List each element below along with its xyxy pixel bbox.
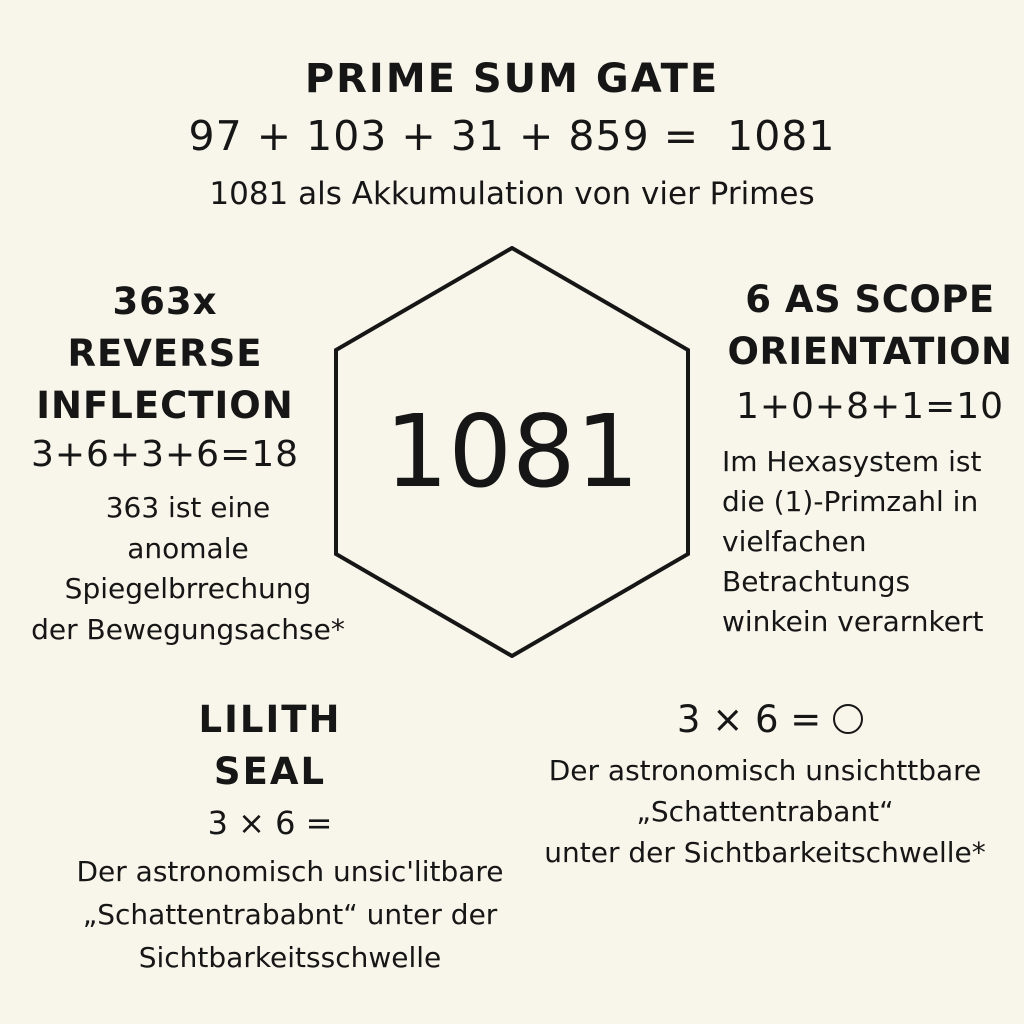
text-line: winkein verarnkert: [722, 605, 984, 638]
text-line: vielfachen: [722, 525, 867, 558]
lilith-seal-formula: 3 × 6 =: [207, 804, 333, 842]
text-line: die (1)-Primzahl in: [722, 485, 979, 518]
heading-line: SEAL: [213, 750, 327, 793]
shadow-moon-formula: 3 × 6 =: [600, 698, 940, 741]
center-number: 1081: [384, 393, 640, 510]
prime-sum-equation: 97 + 103 + 31 + 859 = 1081: [188, 112, 836, 160]
text-line: Im Hexasystem ist: [722, 445, 982, 478]
circle-icon: [833, 704, 864, 734]
lilith-seal-text: Der astronomisch unsic'litbare „Schatten…: [30, 850, 550, 979]
heading-line: 6 AS SCOPE: [745, 278, 995, 321]
text-line: Sichtbarkeitsschwelle: [138, 941, 442, 974]
subtitle: 1081 als Akkumulation von vier Primes: [209, 176, 815, 212]
scope-orientation-text: Im Hexasystem ist die (1)-Primzahl in vi…: [722, 442, 1022, 642]
heading-line: REVERSE: [67, 332, 263, 375]
text-line: unter der Sichtbarkeitschwelle*: [544, 836, 986, 869]
reverse-inflection-text: 363 ist eine anomale Spiegelbrrechung de…: [8, 488, 368, 650]
reverse-inflection-formula: 3+6+3+6=18: [30, 434, 300, 475]
lilith-seal-heading: LILITH SEAL: [120, 694, 420, 798]
text-line: „Schattentrabant“: [636, 795, 894, 828]
shadow-moon-text: Der astronomisch unsichttbare „Schattent…: [500, 750, 1024, 873]
heading-line: 363x: [112, 280, 218, 323]
reverse-inflection-heading: 363x REVERSE INFLECTION: [20, 276, 310, 432]
formula-text: 3 × 6 =: [676, 698, 822, 741]
scope-orientation-formula: 1+0+8+1=10: [735, 386, 1005, 427]
text-line: der Bewegungsachse*: [31, 612, 345, 646]
text-line: 363 ist eine: [105, 491, 271, 524]
text-line: Spiegelbrrechung: [64, 572, 312, 605]
heading-line: LILITH: [198, 698, 342, 741]
scope-orientation-heading: 6 AS SCOPE ORIENTATION: [710, 274, 1024, 378]
text-line: anomale: [127, 531, 249, 565]
page-title: PRIME SUM GATE: [304, 56, 720, 102]
text-line: Der astronomisch unsichttbare: [548, 754, 982, 787]
text-line: Betrachtungs: [722, 565, 911, 598]
text-line: „Schattentrababnt“ unter der: [82, 898, 498, 931]
heading-line: ORIENTATION: [727, 330, 1013, 373]
text-line: Der astronomisch unsic'litbare: [76, 855, 504, 888]
heading-line: INFLECTION: [36, 384, 294, 427]
